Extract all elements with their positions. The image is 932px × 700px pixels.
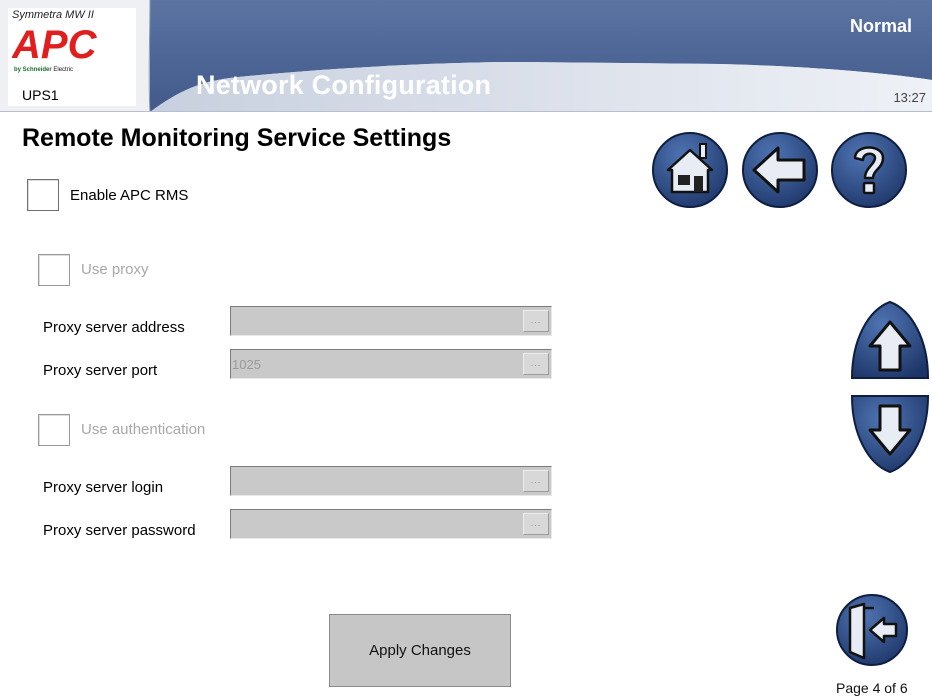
page-indicator: Page 4 of 6 [836,680,908,696]
back-arrow-icon [742,132,818,208]
brand-subtitle-bold: by Schneider [14,67,52,73]
proxy-port-value: 1025 [232,357,261,372]
back-button[interactable] [740,130,820,215]
brand-text: APC [12,23,98,64]
brand-logo: APC [11,22,128,69]
proxy-port-label: Proxy server port [43,362,158,379]
logout-icon [836,594,908,666]
screen-title: Network Configuration [196,70,492,100]
use-proxy-label: Use proxy [81,261,149,278]
proxy-password-label: Proxy server password [43,522,196,539]
status-indicator[interactable]: Normal [820,16,912,37]
use-authentication-label: Use authentication [81,421,206,438]
scroll-down-button[interactable] [848,392,932,481]
proxy-address-field[interactable]: ... [230,306,552,336]
proxy-address-label: Proxy server address [43,319,185,336]
logout-button[interactable] [834,592,910,673]
home-icon [652,132,728,208]
proxy-login-field[interactable]: ... [230,466,552,496]
help-button[interactable] [829,130,909,215]
scroll-up-icon [850,300,930,379]
use-authentication-checkbox[interactable] [38,414,70,446]
scroll-down-icon [850,395,930,474]
apply-changes-button[interactable]: Apply Changes [329,614,511,687]
brand-subtitle-rest: Electric [53,67,74,73]
proxy-login-edit-button[interactable]: ... [523,470,549,492]
proxy-port-field[interactable]: 1025 ... [230,349,552,379]
proxy-port-edit-button[interactable]: ... [523,353,549,375]
enable-rms-label: Enable APC RMS [70,187,189,204]
scroll-up-button[interactable] [848,300,932,389]
device-name: UPS1 [22,87,59,103]
help-icon [831,132,907,208]
use-proxy-checkbox[interactable] [38,254,70,286]
proxy-password-edit-button[interactable]: ... [523,513,549,535]
enable-rms-checkbox[interactable] [27,179,59,211]
page-title: Remote Monitoring Service Settings [22,124,452,152]
home-button[interactable] [650,130,730,215]
product-name: Symmetra MW II [12,9,94,21]
clock: 13:27 [893,90,926,105]
proxy-address-edit-button[interactable]: ... [523,310,549,332]
brand-subtitle: by Schneider Electric [14,67,73,73]
proxy-login-label: Proxy server login [43,479,164,496]
proxy-password-field[interactable]: ... [230,509,552,539]
